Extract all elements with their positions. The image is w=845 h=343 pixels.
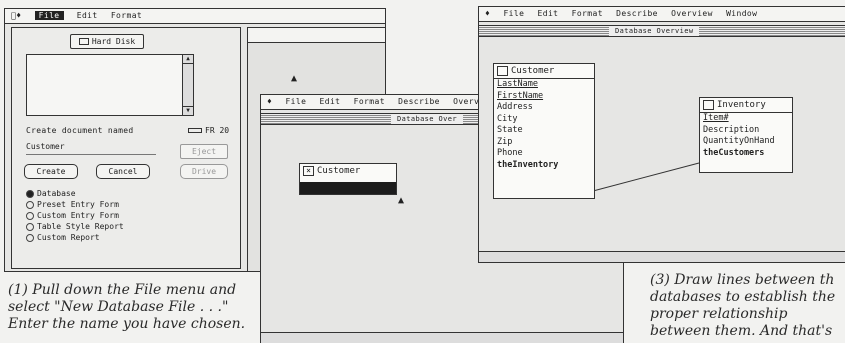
apple-menu-icon[interactable]: ♦	[267, 95, 272, 109]
radio-icon	[26, 233, 34, 242]
option-database[interactable]: Database	[26, 188, 76, 199]
option-table-style-report[interactable]: Table Style Report	[26, 221, 124, 232]
option-custom-report[interactable]: Custom Report	[26, 232, 100, 243]
disk-space: FR 20	[188, 126, 229, 135]
field-address[interactable]: Address	[494, 102, 594, 114]
field-theinventory[interactable]: theInventory	[494, 160, 594, 172]
caption-line: Enter the name you have chosen.	[8, 316, 246, 332]
db-name: Inventory	[717, 100, 766, 110]
option-label: Table Style Report	[37, 222, 124, 231]
radio-icon	[26, 222, 34, 231]
cancel-button[interactable]: Cancel	[96, 164, 150, 179]
step1-caption: (1) Pull down the File menu and select "…	[8, 282, 245, 333]
new-file-dialog: Hard Disk ▲ ▼ Create document named FR 2…	[11, 27, 241, 269]
db-window-icon	[703, 99, 714, 110]
customer-db-header: Customer	[494, 64, 594, 79]
radio-icon	[26, 189, 34, 198]
menu-format[interactable]: Format	[111, 11, 142, 20]
field-thecustomers[interactable]: theCustomers	[700, 148, 792, 160]
horizontal-scrollbar[interactable]	[479, 251, 845, 262]
field-state[interactable]: State	[494, 125, 594, 137]
db-name: Customer	[511, 66, 555, 76]
menu-bar: ♦ File Edit Format	[5, 9, 385, 24]
horizontal-scrollbar[interactable]	[261, 332, 623, 343]
scroll-down-arrow-icon[interactable]: ▼	[183, 106, 193, 115]
document-name-field[interactable]: Customer	[26, 140, 156, 155]
radio-icon	[26, 200, 34, 209]
field-phone[interactable]: Phone	[494, 148, 594, 160]
apple-menu-icon[interactable]: ♦	[11, 9, 21, 23]
db-window-icon	[497, 65, 508, 76]
screen-panel-3: ♦ File Edit Format Describe Overview Win…	[478, 6, 845, 263]
caption-line: (1) Pull down the File menu and	[8, 282, 237, 298]
option-label: Preset Entry Form	[37, 200, 119, 209]
hard-disk-button[interactable]: Hard Disk	[70, 34, 144, 49]
option-label: Custom Entry Form	[37, 211, 119, 220]
db-name-field-highlight[interactable]	[300, 182, 396, 194]
option-label: Database	[37, 189, 76, 198]
menu-file[interactable]: File	[34, 11, 64, 20]
window-title-stripe	[248, 28, 385, 43]
scroll-up-arrow-icon[interactable]: ▲	[183, 55, 193, 64]
menu-edit[interactable]: Edit	[320, 97, 341, 106]
menu-file[interactable]: File	[285, 97, 306, 106]
field-item-number[interactable]: Item#	[700, 113, 792, 125]
field-firstname[interactable]: FirstName	[494, 91, 594, 103]
mouse-pointer-icon: ▲	[291, 73, 298, 84]
window-title: Database Over	[391, 114, 463, 124]
menu-edit[interactable]: Edit	[77, 11, 98, 20]
option-label: Custom Report	[37, 233, 100, 242]
create-label: Create document named	[26, 126, 134, 135]
field-zip[interactable]: Zip	[494, 137, 594, 149]
menu-describe[interactable]: Describe	[398, 97, 440, 106]
create-button[interactable]: Create	[24, 164, 78, 179]
inventory-db-header: Inventory	[700, 98, 792, 113]
inventory-db-box[interactable]: Inventory Item# Description QuantityOnHa…	[699, 97, 793, 173]
customer-db-box[interactable]: Customer LastName FirstName Address City…	[493, 63, 595, 199]
caption-line: between them. And that's	[650, 323, 833, 339]
option-custom-entry-form[interactable]: Custom Entry Form	[26, 210, 119, 221]
caption-line: proper relationship	[650, 306, 788, 322]
step3-caption: (3) Draw lines between th databases to e…	[650, 272, 845, 340]
mouse-pointer-icon: ▲	[398, 195, 405, 206]
file-list-scrollbar[interactable]: ▲ ▼	[182, 55, 193, 115]
option-preset-entry-form[interactable]: Preset Entry Form	[26, 199, 119, 210]
eject-button[interactable]: Eject	[180, 144, 228, 159]
customer-db-box[interactable]: × Customer	[299, 163, 397, 195]
field-city[interactable]: City	[494, 114, 594, 126]
file-list[interactable]: ▲ ▼	[26, 54, 194, 116]
customer-db-header: × Customer	[300, 164, 396, 178]
relationship-connector	[592, 162, 700, 192]
db-name: Customer	[317, 166, 361, 176]
field-quantityonhand[interactable]: QuantityOnHand	[700, 136, 792, 148]
drive-icon	[188, 128, 202, 133]
disk-space-label: FR 20	[205, 126, 230, 135]
radio-icon	[26, 211, 34, 220]
disk-icon	[78, 38, 89, 45]
menu-format[interactable]: Format	[354, 97, 385, 106]
document-name-value: Customer	[26, 142, 65, 151]
close-box-icon[interactable]: ×	[303, 165, 314, 176]
field-lastname[interactable]: LastName	[494, 79, 594, 91]
caption-line: select "New Database File . . ."	[8, 299, 229, 315]
drive-button[interactable]: Drive	[180, 164, 228, 179]
caption-line: databases to establish the	[650, 289, 836, 305]
hard-disk-label: Hard Disk	[91, 37, 136, 46]
caption-line: (3) Draw lines between th	[650, 272, 835, 288]
field-description[interactable]: Description	[700, 125, 792, 137]
